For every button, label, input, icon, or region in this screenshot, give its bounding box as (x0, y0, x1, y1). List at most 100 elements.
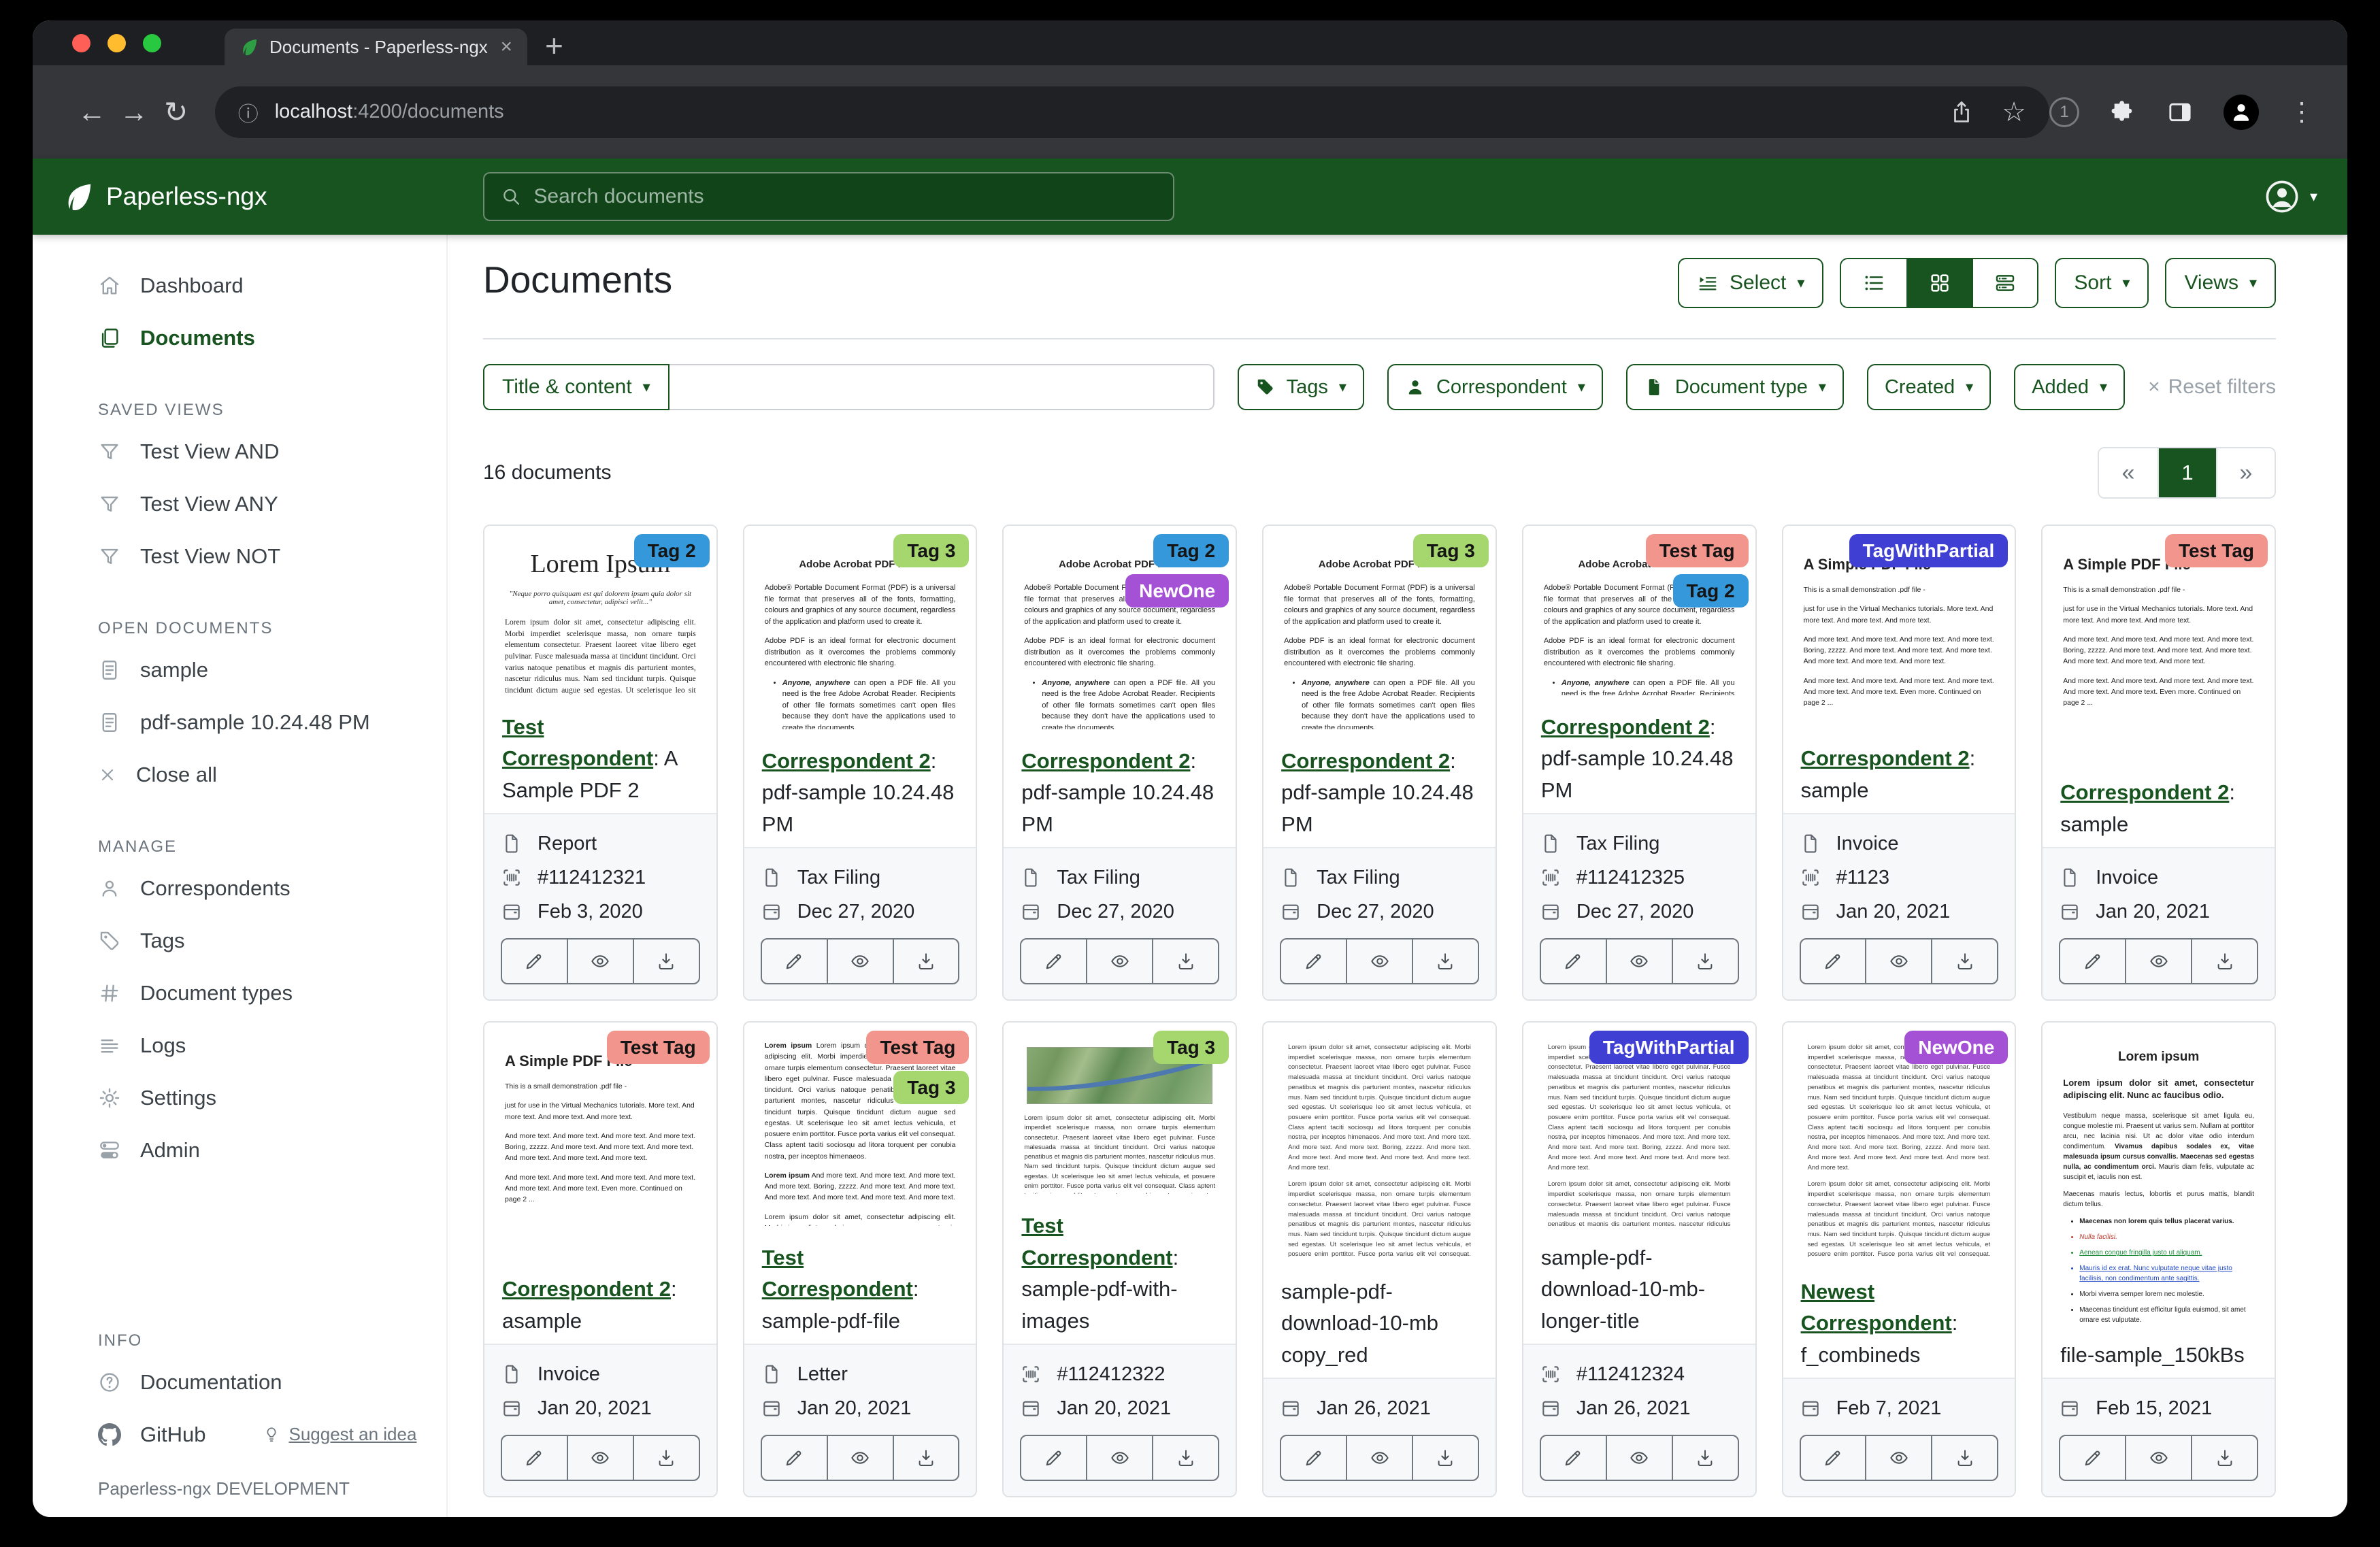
sidebar-item-saved-view[interactable]: Test View NOT (33, 530, 446, 582)
document-thumbnail[interactable]: Lorem ipsumLorem ipsum dolor sit amet, c… (2043, 1022, 2275, 1323)
download-button[interactable] (1152, 939, 1218, 983)
view-button[interactable] (2125, 939, 2191, 983)
filter-text-input[interactable] (670, 364, 1214, 410)
tag-badge[interactable]: Tag 3 (1413, 534, 1489, 567)
document-type-filter-button[interactable]: Document type ▾ (1626, 364, 1844, 410)
download-button[interactable] (1931, 1436, 1997, 1480)
page-prev-button[interactable]: « (2099, 448, 2158, 497)
correspondent-link[interactable]: Correspondent 2 (1281, 749, 1450, 773)
sidebar-item-logs[interactable]: Logs (33, 1019, 446, 1071)
view-button[interactable] (2125, 1436, 2191, 1480)
edit-button[interactable] (502, 1436, 567, 1480)
browser-tab[interactable]: Documents - Paperless-ngx × (225, 29, 527, 65)
view-button[interactable] (1346, 1436, 1412, 1480)
edit-button[interactable] (762, 939, 827, 983)
tag-badge[interactable]: TagWithPartial (1589, 1031, 1749, 1064)
search-input[interactable] (533, 185, 1157, 208)
view-button[interactable] (1865, 1436, 1931, 1480)
document-thumbnail[interactable]: Lorem Ipsum"Neque porro quisquam est qui… (484, 526, 716, 695)
edit-button[interactable] (2060, 1436, 2125, 1480)
sidebar-item-saved-view[interactable]: Test View ANY (33, 478, 446, 530)
edit-button[interactable] (1281, 939, 1346, 983)
select-button[interactable]: Select ▾ (1678, 258, 1823, 308)
tag-badge[interactable]: Tag 2 (634, 534, 710, 567)
reload-icon[interactable]: ↻ (155, 95, 197, 129)
extensions-puzzle-icon[interactable] (2109, 99, 2136, 126)
side-panel-icon[interactable] (2166, 99, 2194, 126)
correspondent-link[interactable]: Test Correspondent (502, 715, 653, 771)
view-button[interactable] (827, 1436, 893, 1480)
view-button[interactable] (1606, 939, 1672, 983)
sidebar-item-admin[interactable]: Admin (33, 1124, 446, 1176)
download-button[interactable] (1672, 939, 1738, 983)
page-number-button[interactable]: 1 (2158, 448, 2216, 497)
tag-badge[interactable]: NewOne (1904, 1031, 2008, 1064)
tab-close-icon[interactable]: × (500, 37, 512, 57)
edit-button[interactable] (1801, 939, 1866, 983)
view-button[interactable] (1086, 939, 1152, 983)
correspondent-link[interactable]: Correspondent 2 (1021, 749, 1190, 773)
view-grid-button[interactable] (1906, 259, 1972, 307)
tag-badge[interactable]: Tag 3 (1153, 1031, 1229, 1064)
sidebar-item-documentation[interactable]: Documentation (33, 1356, 446, 1408)
document-thumbnail[interactable]: Lorem ipsum dolor sit amet, consectetur … (1263, 1022, 1495, 1260)
download-button[interactable] (2191, 939, 2257, 983)
title-content-dropdown[interactable]: Title & content ▾ (483, 364, 670, 410)
edit-button[interactable] (2060, 939, 2125, 983)
correspondent-link[interactable]: Newest Correspondent (1801, 1280, 1952, 1335)
document-thumbnail[interactable]: A Simple PDF FileThis is a small demonst… (2043, 526, 2275, 761)
page-next-button[interactable]: » (2216, 448, 2275, 497)
edit-button[interactable] (1021, 939, 1086, 983)
correspondent-link[interactable]: Test Correspondent (1021, 1214, 1172, 1269)
document-thumbnail[interactable]: Adobe Acrobat PDF FilesAdobe® Portable D… (1263, 526, 1495, 729)
sidebar-item-github[interactable]: GitHub Suggest an idea (33, 1408, 446, 1461)
download-button[interactable] (893, 1436, 959, 1480)
correspondent-link[interactable]: Correspondent 2 (502, 1277, 671, 1301)
download-button[interactable] (1672, 1436, 1738, 1480)
document-thumbnail[interactable]: A Simple PDF FileThis is a small demonst… (1783, 526, 2015, 727)
tag-badge[interactable]: Tag 2 (1153, 534, 1229, 567)
sidebar-item-saved-view[interactable]: Test View AND (33, 425, 446, 478)
forward-icon[interactable]: → (113, 96, 155, 129)
document-thumbnail[interactable]: Lorem ipsum dolor sit amet, consectetur … (1783, 1022, 2015, 1260)
view-button[interactable] (567, 939, 633, 983)
correspondent-link[interactable]: Correspondent 2 (762, 749, 931, 773)
edit-button[interactable] (502, 939, 567, 983)
correspondent-link[interactable]: Correspondent 2 (2060, 780, 2229, 804)
download-button[interactable] (2191, 1436, 2257, 1480)
tag-badge[interactable]: NewOne (1125, 574, 1229, 608)
sidebar-item-close-all[interactable]: Close all (33, 748, 446, 801)
document-thumbnail[interactable]: Adobe Acrobat PDF FilesAdobe® Portable D… (744, 526, 976, 729)
sidebar-item-correspondents[interactable]: Correspondents (33, 862, 446, 914)
brand[interactable]: Paperless-ngx (63, 181, 267, 212)
tag-badge[interactable]: Test Tag (2165, 534, 2268, 567)
sort-button[interactable]: Sort ▾ (2055, 258, 2149, 308)
document-thumbnail[interactable]: A Simple PDF FileThis is a small demonst… (484, 1022, 716, 1257)
tag-badge[interactable]: Tag 3 (893, 1071, 969, 1104)
view-button[interactable] (1346, 939, 1412, 983)
view-button[interactable] (567, 1436, 633, 1480)
share-icon[interactable] (1949, 99, 1974, 125)
extension-badge-icon[interactable]: 1 (2049, 97, 2079, 127)
sidebar-item-open-document[interactable]: sample (33, 644, 446, 696)
download-button[interactable] (633, 939, 699, 983)
tag-badge[interactable]: Test Tag (607, 1031, 710, 1064)
sidebar-item-open-document[interactable]: pdf-sample 10.24.48 PM (33, 696, 446, 748)
download-button[interactable] (1931, 939, 1997, 983)
document-thumbnail[interactable]: Adobe Acrobat PDF FilesAdobe® Portable D… (1523, 526, 1755, 695)
document-thumbnail[interactable]: Lorem ipsum dolor sit amet, consectetur … (1004, 1022, 1236, 1194)
close-window-button[interactable] (72, 34, 90, 52)
view-list-button[interactable] (1841, 259, 1906, 307)
tag-badge[interactable]: TagWithPartial (1849, 534, 2009, 567)
tag-badge[interactable]: Tag 3 (893, 534, 969, 567)
correspondent-link[interactable]: Correspondent 2 (1801, 746, 1970, 770)
view-button[interactable] (1865, 939, 1931, 983)
reset-filters-button[interactable]: × Reset filters (2148, 376, 2276, 399)
edit-button[interactable] (1021, 1436, 1086, 1480)
view-detail-button[interactable] (1972, 259, 2037, 307)
created-filter-button[interactable]: Created ▾ (1867, 364, 1991, 410)
url-bar[interactable]: ⓘ localhost:4200/documents ☆ (215, 86, 2049, 138)
view-button[interactable] (827, 939, 893, 983)
edit-button[interactable] (1281, 1436, 1346, 1480)
edit-button[interactable] (762, 1436, 827, 1480)
